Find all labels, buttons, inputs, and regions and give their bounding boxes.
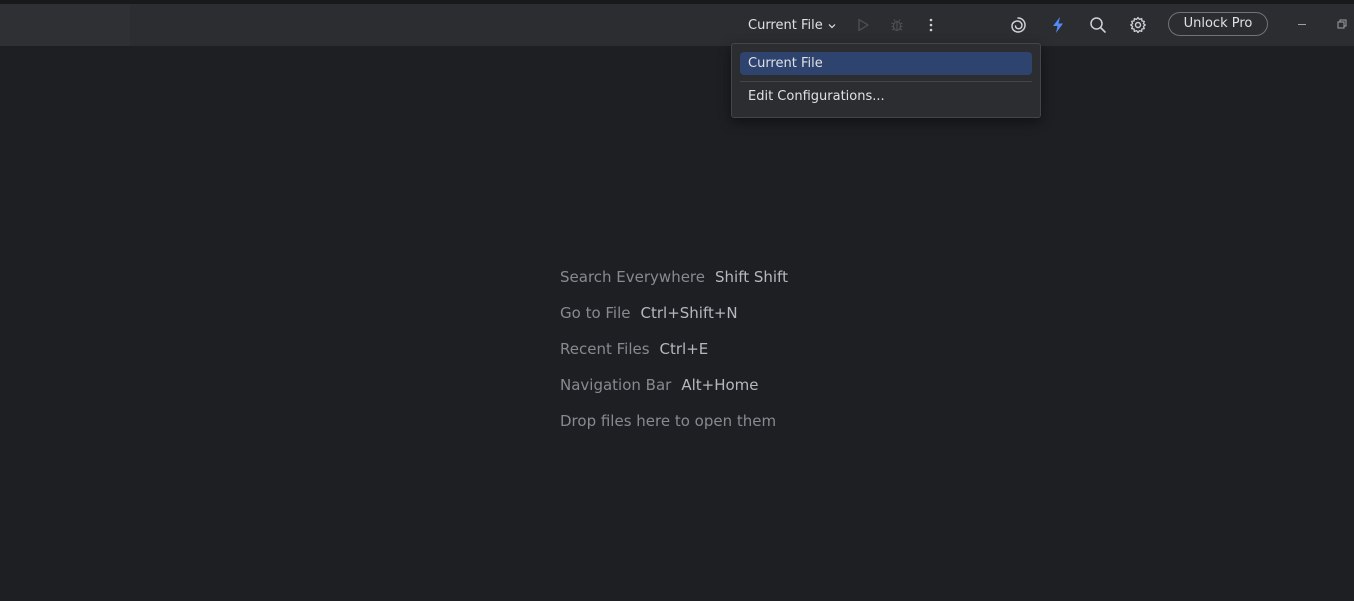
hint-shortcut: Ctrl+E — [659, 340, 709, 358]
hint-label: Go to File — [560, 304, 631, 322]
hint-shortcut: Ctrl+Shift+N — [640, 304, 738, 322]
run-config-selector[interactable]: Current File — [748, 16, 837, 34]
dropdown-item-label: Edit Configurations... — [748, 89, 885, 104]
restore-icon[interactable] — [1334, 16, 1350, 32]
dropdown-separator — [740, 81, 1032, 82]
hint-navigation-bar: Navigation Bar Alt+Home — [560, 374, 788, 410]
dropdown-item-current-file[interactable]: Current File — [740, 52, 1032, 75]
main-toolbar: Current File Unlock Pro — [0, 4, 1354, 47]
hint-go-to-file: Go to File Ctrl+Shift+N — [560, 302, 788, 338]
toolbar-left-area — [0, 4, 130, 46]
run-icon[interactable] — [853, 15, 873, 35]
lightning-icon[interactable] — [1048, 15, 1068, 35]
dropdown-item-label: Current File — [748, 56, 823, 71]
hint-shortcut: Shift Shift — [715, 268, 788, 286]
more-vert-icon[interactable] — [921, 15, 941, 35]
hint-search-everywhere: Search Everywhere Shift Shift — [560, 266, 788, 302]
chevron-down-icon — [827, 20, 837, 30]
search-icon[interactable] — [1088, 15, 1108, 35]
drop-files-text: Drop files here to open them — [560, 412, 777, 430]
unlock-pro-label: Unlock Pro — [1183, 16, 1253, 31]
hint-label: Recent Files — [560, 340, 650, 358]
hint-label: Search Everywhere — [560, 268, 705, 286]
dropdown-item-edit-configurations[interactable]: Edit Configurations... — [740, 85, 1032, 108]
ai-assistant-icon[interactable] — [1008, 15, 1028, 35]
run-config-label: Current File — [748, 17, 823, 33]
debug-icon[interactable] — [887, 15, 907, 35]
run-config-dropdown: Current File Edit Configurations... — [731, 43, 1041, 118]
gear-icon[interactable] — [1128, 15, 1148, 35]
hint-label: Navigation Bar — [560, 376, 672, 394]
hint-shortcut: Alt+Home — [681, 376, 759, 394]
minimize-icon[interactable] — [1294, 16, 1310, 32]
unlock-pro-button[interactable]: Unlock Pro — [1168, 12, 1268, 36]
hint-recent-files: Recent Files Ctrl+E — [560, 338, 788, 374]
empty-editor-hints: Search Everywhere Shift Shift Go to File C… — [560, 266, 788, 446]
drop-files-hint: Drop files here to open them — [560, 410, 788, 446]
